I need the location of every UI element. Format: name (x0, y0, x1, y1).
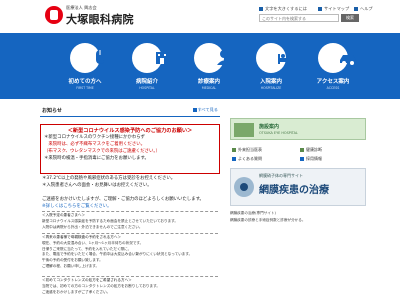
nav-sublabel: HOSPITAL (139, 86, 155, 90)
nav-label: アクセス案内 (316, 79, 350, 85)
side-link-schedule[interactable]: 外来担当医表 (232, 147, 262, 153)
banner-subtitle: OTSUKA EYE HOSPITAL (259, 131, 298, 135)
util-link-label: ヘルプ (360, 6, 373, 11)
news-title: お知らせ (42, 108, 62, 114)
building-icon (234, 123, 254, 137)
nav-label: 初めての方へ (68, 79, 102, 85)
nav-item-medical[interactable]: 診療案内 MEDICAL (185, 43, 233, 90)
square-bullet-icon (300, 157, 304, 161)
nav-label: 病院紹介 (135, 79, 158, 85)
util-font-size-link[interactable]: 文字を大きくするには (259, 6, 307, 12)
notice-line: ＊37.2℃以上の発熱や風邪症状のある方は受診をお控えください。 (42, 176, 176, 181)
nav-item-access[interactable]: アクセス案内 ACCESS (309, 43, 357, 90)
side-link-label: 採用情報 (306, 156, 322, 161)
square-bullet-icon (232, 148, 236, 152)
retina-caption[interactable]: 網膜疾患の治療(専門サイト) (230, 211, 276, 216)
notice-line: （布マスク、ウレタンマスクでの来院はご遠慮ください。） (44, 149, 160, 154)
hospital-logo-icon[interactable] (45, 6, 63, 24)
notice-thanks: ご迷惑をおかけいたしますが、ご理解・ご協力のほどよろしくお願いいたします。 (42, 197, 204, 202)
square-bullet-icon (300, 148, 304, 152)
square-bullet-icon (318, 7, 322, 11)
main-nav: 初めての方へ FIRST TIME 病院紹介 HOSPITAL 診療案内 MED… (0, 33, 400, 99)
square-bullet-icon (259, 7, 263, 11)
logo-name[interactable]: 大塚眼科病院 (66, 11, 134, 27)
car-icon (318, 43, 356, 73)
side-links: 外来担当医表 健康診断 よくある質問 採用情報 (230, 145, 366, 165)
util-sitemap-link[interactable]: サイトマップ (318, 6, 349, 12)
side-link-label: 健康診断 (306, 147, 322, 152)
side-link-recruit[interactable]: 採用情報 (300, 156, 322, 162)
nav-sublabel: HOSPITALIZE (260, 86, 282, 90)
nav-sublabel: FIRST TIME (76, 86, 94, 90)
notice-line: 来院時は、必ず不織布マスクをご着用ください。 (44, 142, 145, 147)
nav-sublabel: MEDICAL (201, 86, 217, 90)
side-link-checkup[interactable]: 健康診断 (300, 147, 322, 153)
notice-title: ＜新型コロナウイルス感染予防へのご協力のお願い＞ (67, 128, 193, 134)
banner-title: 施設案内 (259, 124, 280, 130)
square-bullet-icon (354, 7, 358, 11)
facility-banner[interactable]: 施設案内 OTSUKA EYE HOSPITAL (230, 118, 366, 140)
notice-line: ＊来院時の検温・手指消毒にご協力をお願いします。 (44, 156, 149, 161)
covid-notice-box: ＜新型コロナウイルス感染予防へのご協力のお願い＞ ＊新型コロナウイルスのワクチン… (40, 124, 220, 174)
nav-item-hospital[interactable]: 病院紹介 HOSPITAL (123, 43, 171, 90)
nav-item-first-time[interactable]: 初めての方へ FIRST TIME (61, 43, 109, 90)
nav-item-hospitalize[interactable]: 入院案内 HOSPITALIZE (247, 43, 295, 90)
more-link-label: すべて見る (197, 107, 218, 112)
inpatient-notice: ＜入院予定の患者さまへ＞ 新型コロナウイルス感染症を予防するため面会を禁止とさせ… (42, 211, 218, 230)
square-bullet-icon (232, 157, 236, 161)
news-header: お知らせ すべて見る (40, 105, 220, 117)
util-help-link[interactable]: ヘルプ (354, 6, 373, 12)
notice-line: ＊新型コロナウイルスのワクチン接種にかかわらず (44, 135, 145, 140)
bed-icon (256, 43, 294, 73)
nav-label: 診療案内 (197, 79, 220, 85)
mouse-icon (70, 43, 104, 73)
news-more-link[interactable]: すべて見る (192, 107, 218, 113)
nav-label: 入院案内 (259, 79, 282, 85)
reservation-line: ご理解の程、お願い申し上げます。 (42, 263, 100, 268)
retina-banner-title: 網膜疾患の治療 (259, 185, 329, 196)
search-button[interactable]: 検索 (341, 14, 359, 22)
contact-lens-notice: ＜初めてコンタクトレンズの処方をご希望される方へ＞ 当院では、初めての方のコンタ… (42, 276, 218, 295)
eye-icon (234, 177, 254, 197)
util-link-label: サイトマップ (324, 6, 350, 11)
doctor-icon (194, 43, 231, 73)
reservation-notice: ＜再来の患者様で母親検査の予約をされる方へ＞ 現在、予約の大変混み合い、1ヶ月～… (42, 233, 218, 270)
side-link-label: 外来担当医表 (238, 147, 262, 152)
nav-sublabel: ACCESS (326, 86, 340, 90)
side-link-faq[interactable]: よくある質問 (232, 156, 262, 162)
retina-banner-top: 網膜硝子体の専門サイト (259, 173, 303, 178)
site-search-input[interactable] (259, 14, 339, 22)
util-link-label: 文字を大きくするには (265, 6, 307, 11)
site-header: 医療法人 興志会 大塚眼科病院 文字を大きくするには サイトマップ ヘルプ 検索 (0, 0, 400, 32)
retina-banner[interactable]: 網膜硝子体の専門サイト 網膜疾患の治療 (230, 168, 366, 206)
inpatient-line: 入院中は病院から外出・外泊できませんのでご注意ください。 (42, 224, 143, 229)
building-icon (132, 43, 168, 73)
contact-lens-line: ご迷惑をおかけしますがご了承ください。 (42, 289, 111, 294)
retina-caption-detail: 網膜疾患の診療と手術症例数と診療が分かる。 (230, 218, 306, 222)
notice-detail-link[interactable]: ※詳しくはこちらをご覧ください。 (42, 203, 112, 209)
side-link-label: よくある質問 (238, 156, 262, 161)
arrow-bullet-icon (192, 108, 197, 112)
notice-line: ＊入院患者さんへの面会・お見舞いはお控えください。 (42, 183, 152, 188)
